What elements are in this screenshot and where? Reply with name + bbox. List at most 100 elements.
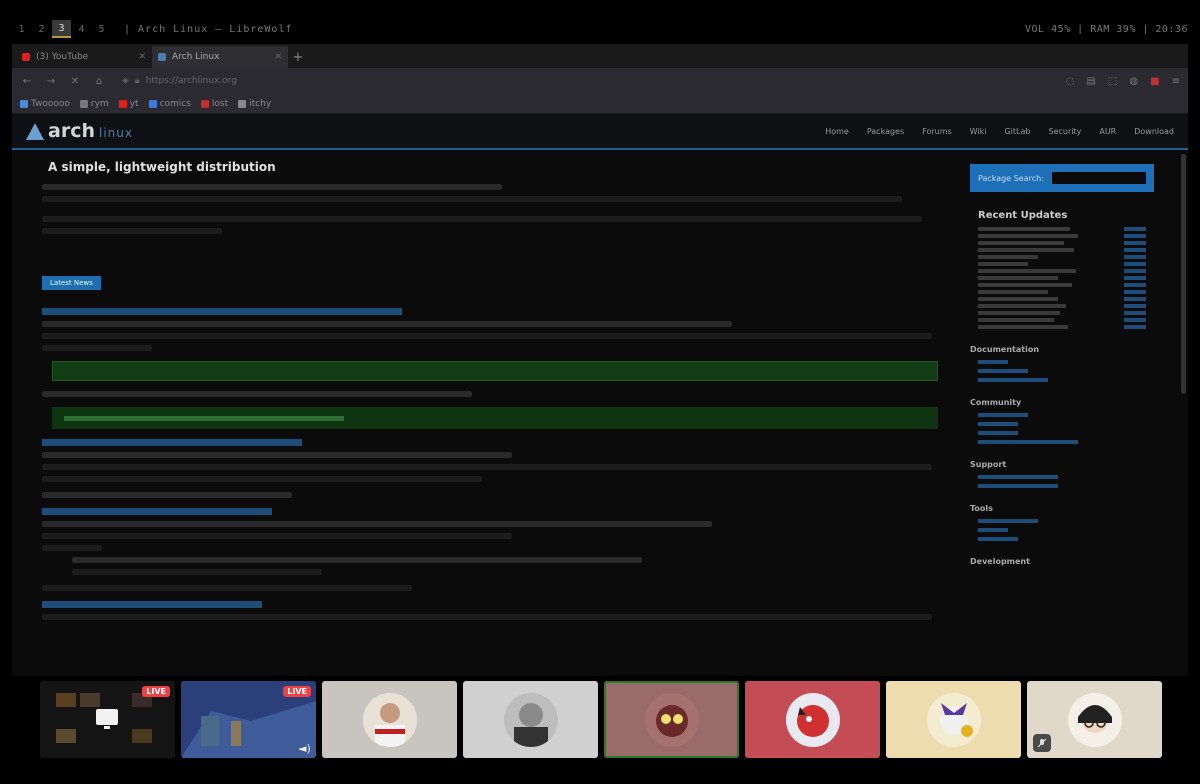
update-row[interactable] [978,297,1146,301]
main-content: A simple, lightweight distribution Lates… [42,160,948,626]
package-search-input[interactable] [1051,172,1146,184]
sidebar-link[interactable] [978,378,1048,382]
sidebar-link[interactable] [978,413,1028,417]
update-row[interactable] [978,234,1146,238]
extensions-icon[interactable]: ⬚ [1108,76,1117,87]
news-title-link[interactable] [42,439,302,446]
sidebar-link[interactable] [978,440,1078,444]
nav-download[interactable]: Download [1134,127,1174,136]
tab-arch-linux[interactable]: Arch Linux ✕ [152,46,288,68]
sidebar-link[interactable] [978,360,1008,364]
package-search: Package Search: [970,164,1154,192]
arch-logo[interactable]: arch linux [26,120,133,142]
sidebar-link[interactable] [978,519,1038,523]
participant-tile[interactable]: LIVE [40,681,175,758]
sidebar-heading-community: Community [970,398,1022,407]
update-row[interactable] [978,325,1146,329]
bookmark-item[interactable]: rym [79,99,109,109]
page-scrollbar[interactable] [1181,154,1186,394]
forward-icon[interactable]: → [44,76,58,87]
bookmark-item[interactable]: itchy [238,99,271,109]
window-manager-bar: 1 2 3 4 5 | Arch Linux — LibreWolf VOL 4… [12,18,1188,40]
nav-security[interactable]: Security [1048,127,1081,136]
update-row[interactable] [978,227,1146,231]
new-tab-button[interactable]: + [288,46,308,68]
update-row[interactable] [978,311,1146,315]
news-text [42,585,412,591]
participant-tile[interactable] [886,681,1021,758]
nav-gitlab[interactable]: GitLab [1004,127,1030,136]
nav-aur[interactable]: AUR [1099,127,1116,136]
workspace-3[interactable]: 3 [52,20,71,38]
update-row[interactable] [978,269,1146,273]
update-row[interactable] [978,255,1146,259]
toolbar-actions: ◌ ▤ ⬚ ◍ ■ ≡ [1066,76,1180,87]
sidebar-heading-documentation: Documentation [970,345,1040,354]
avatar [785,692,840,747]
url-bar[interactable]: ◈ 🔒︎ https://archlinux.org [116,72,496,90]
bookmark-item[interactable]: comics [148,99,191,109]
sidebar-link[interactable] [978,369,1028,373]
search-label: Package Search: [978,173,1044,183]
volume-icon[interactable]: ◄) [298,742,312,755]
nav-wiki[interactable]: Wiki [970,127,987,136]
news-text [42,321,732,327]
news-title-link[interactable] [42,308,402,315]
sidebar-link[interactable] [978,537,1018,541]
bookmark-item[interactable]: yt [118,99,139,109]
shield-icon[interactable]: ◈ [122,76,129,86]
bookmark-icon [118,99,127,108]
lock-icon[interactable]: 🔒︎ [135,76,140,86]
addon-icon[interactable]: ■ [1150,76,1159,87]
update-row[interactable] [978,283,1146,287]
news-title-link[interactable] [42,508,272,515]
tab-youtube[interactable]: (3) YouTube ✕ [16,46,152,68]
nav-home[interactable]: Home [825,127,849,136]
library-icon[interactable]: ▤ [1087,76,1096,87]
bookmark-item[interactable]: lost [200,99,228,109]
participant-tile[interactable] [745,681,880,758]
sidebar-link[interactable] [978,475,1058,479]
bookmark-item[interactable]: Twooooo [20,99,70,109]
workspace-1[interactable]: 1 [12,20,31,38]
sidebar-link[interactable] [978,528,1008,532]
update-row[interactable] [978,241,1146,245]
participant-tile[interactable] [463,681,598,758]
sidebar-link[interactable] [978,431,1018,435]
nav-forums[interactable]: Forums [922,127,952,136]
back-icon[interactable]: ← [20,76,34,87]
bookmark-icon [238,99,247,108]
workspace-4[interactable]: 4 [72,20,91,38]
update-row[interactable] [978,318,1146,322]
avatar [644,692,699,747]
close-icon[interactable]: ✕ [274,52,282,62]
update-row[interactable] [978,304,1146,308]
menu-icon[interactable]: ≡ [1172,76,1180,87]
workspace-5[interactable]: 5 [92,20,111,38]
update-row[interactable] [978,276,1146,280]
sidebar-link[interactable] [978,484,1058,488]
account-icon[interactable]: ◍ [1129,76,1138,87]
update-row[interactable] [978,262,1146,266]
pocket-icon[interactable]: ◌ [1066,76,1075,87]
reload-icon[interactable]: ✕ [68,76,82,87]
home-icon[interactable]: ⌂ [92,76,106,87]
news-text [42,452,512,458]
participant-tile[interactable] [1027,681,1162,758]
participant-tile[interactable]: LIVE ◄) [181,681,316,758]
sidebar-link[interactable] [978,422,1018,426]
muted-mic-icon [1033,734,1051,752]
participant-tile-speaking[interactable] [604,681,739,758]
close-icon[interactable]: ✕ [138,52,146,62]
nav-packages[interactable]: Packages [867,127,904,136]
update-row[interactable] [978,248,1146,252]
news-text [42,391,472,397]
news-text [42,614,932,620]
sidebar-heading-tools: Tools [970,504,993,513]
logo-text: arch [48,120,95,142]
update-row[interactable] [978,290,1146,294]
intro-text [42,216,922,222]
workspace-2[interactable]: 2 [32,20,51,38]
news-title-link[interactable] [42,601,262,608]
participant-tile[interactable] [322,681,457,758]
